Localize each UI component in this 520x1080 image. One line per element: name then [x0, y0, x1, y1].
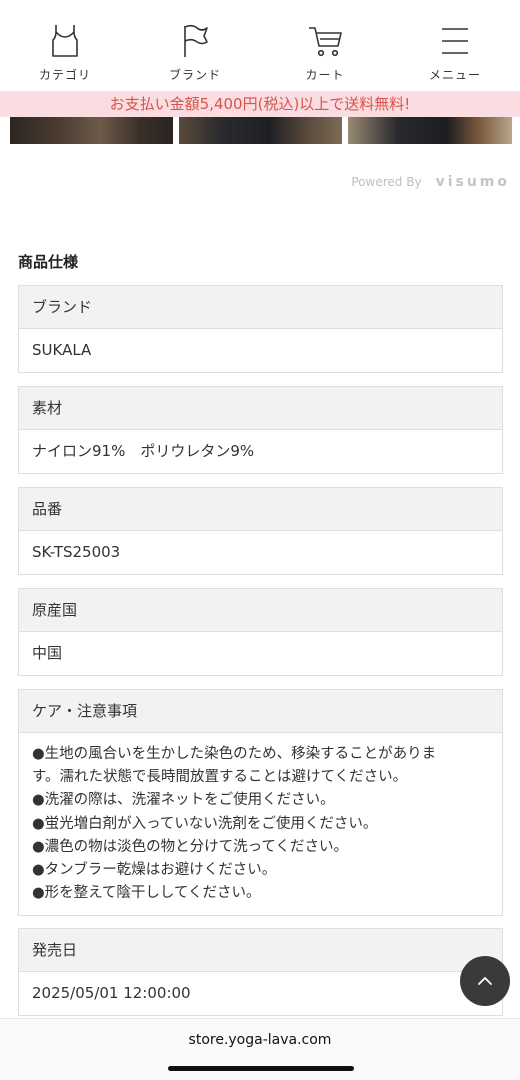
powered-by-label: Powered By	[351, 175, 422, 189]
photo-strip	[0, 117, 520, 144]
care-line: ●蛍光増白剤が入っていない洗剤をご使用ください。	[32, 815, 378, 832]
nav-brand[interactable]: ブランド	[130, 0, 260, 91]
visumo-logo: visumo	[435, 174, 510, 190]
nav-menu-label: メニュー	[428, 68, 481, 82]
spec-label: 発売日	[19, 929, 502, 972]
nav-menu[interactable]: メニュー	[390, 0, 520, 91]
spec-brand: ブランド SUKALA	[18, 285, 503, 373]
spec-material: 素材 ナイロン91% ポリウレタン9%	[18, 386, 503, 474]
chevron-up-icon	[478, 977, 492, 985]
product-photo[interactable]	[179, 117, 342, 144]
powered-by-visumo[interactable]: Powered By visumo	[351, 174, 510, 190]
url-text[interactable]: store.yoga-lava.com	[0, 1032, 520, 1048]
spec-label: ブランド	[19, 286, 502, 329]
spec-origin: 原産国 中国	[18, 588, 503, 676]
nav-category[interactable]: カテゴリ	[0, 0, 130, 91]
nav-category-label: カテゴリ	[38, 68, 91, 82]
care-line: す。濡れた状態で長時間放置することは避けてください。	[32, 769, 408, 786]
product-photo[interactable]	[348, 117, 512, 144]
tank-top-icon	[52, 25, 78, 57]
nav-cart[interactable]: カート	[260, 0, 390, 91]
spec-value: 2025/05/01 12:00:00	[32, 984, 191, 1002]
cart-icon	[309, 27, 342, 57]
scroll-to-top-button[interactable]	[460, 956, 510, 1006]
product-photo[interactable]	[10, 117, 173, 144]
nav-brand-label: ブランド	[168, 68, 221, 82]
spec-value: SUKALA	[32, 341, 92, 359]
top-nav: カテゴリ ブランド カート メニュー	[0, 0, 520, 91]
nav-cart-label: カート	[305, 68, 345, 82]
spec-label: 品番	[19, 488, 502, 531]
shipping-promo-banner: お支払い金額5,400円(税込)以上で送料無料!	[0, 91, 520, 117]
care-line: ●洗濯の際は、洗濯ネットをご使用ください。	[32, 792, 335, 809]
spec-product-number: 品番 SK-TS25003	[18, 487, 503, 575]
spec-section-title: 商品仕様	[18, 253, 79, 271]
care-line: ●濃色の物は淡色の物と分けて洗ってください。	[32, 838, 348, 855]
flag-icon	[184, 24, 208, 57]
browser-address-bar: store.yoga-lava.com	[0, 1018, 520, 1080]
hamburger-menu-icon	[442, 28, 468, 54]
spec-value: SK-TS25003	[32, 543, 121, 561]
care-line: ●形を整えて陰干ししてください。	[32, 885, 261, 902]
spec-label: 素材	[19, 387, 502, 430]
care-line: ●タンブラー乾燥はお避けください。	[32, 862, 277, 879]
spec-care: ケア・注意事項 ●生地の風合いを生かした染色のため、移染することがありま す。濡…	[18, 689, 503, 917]
home-indicator	[168, 1066, 354, 1071]
care-line: ●生地の風合いを生かした染色のため、移染することがありま	[32, 746, 437, 762]
care-notes: ●生地の風合いを生かした染色のため、移染することがありま す。濡れた状態で長時間…	[19, 733, 502, 915]
spec-release-date: 発売日 2025/05/01 12:00:00	[18, 928, 503, 1016]
spec-value: 中国	[32, 644, 63, 662]
spec-label: 原産国	[19, 589, 502, 632]
spec-label: ケア・注意事項	[19, 690, 502, 733]
spec-value: ナイロン91% ポリウレタン9%	[32, 442, 255, 460]
